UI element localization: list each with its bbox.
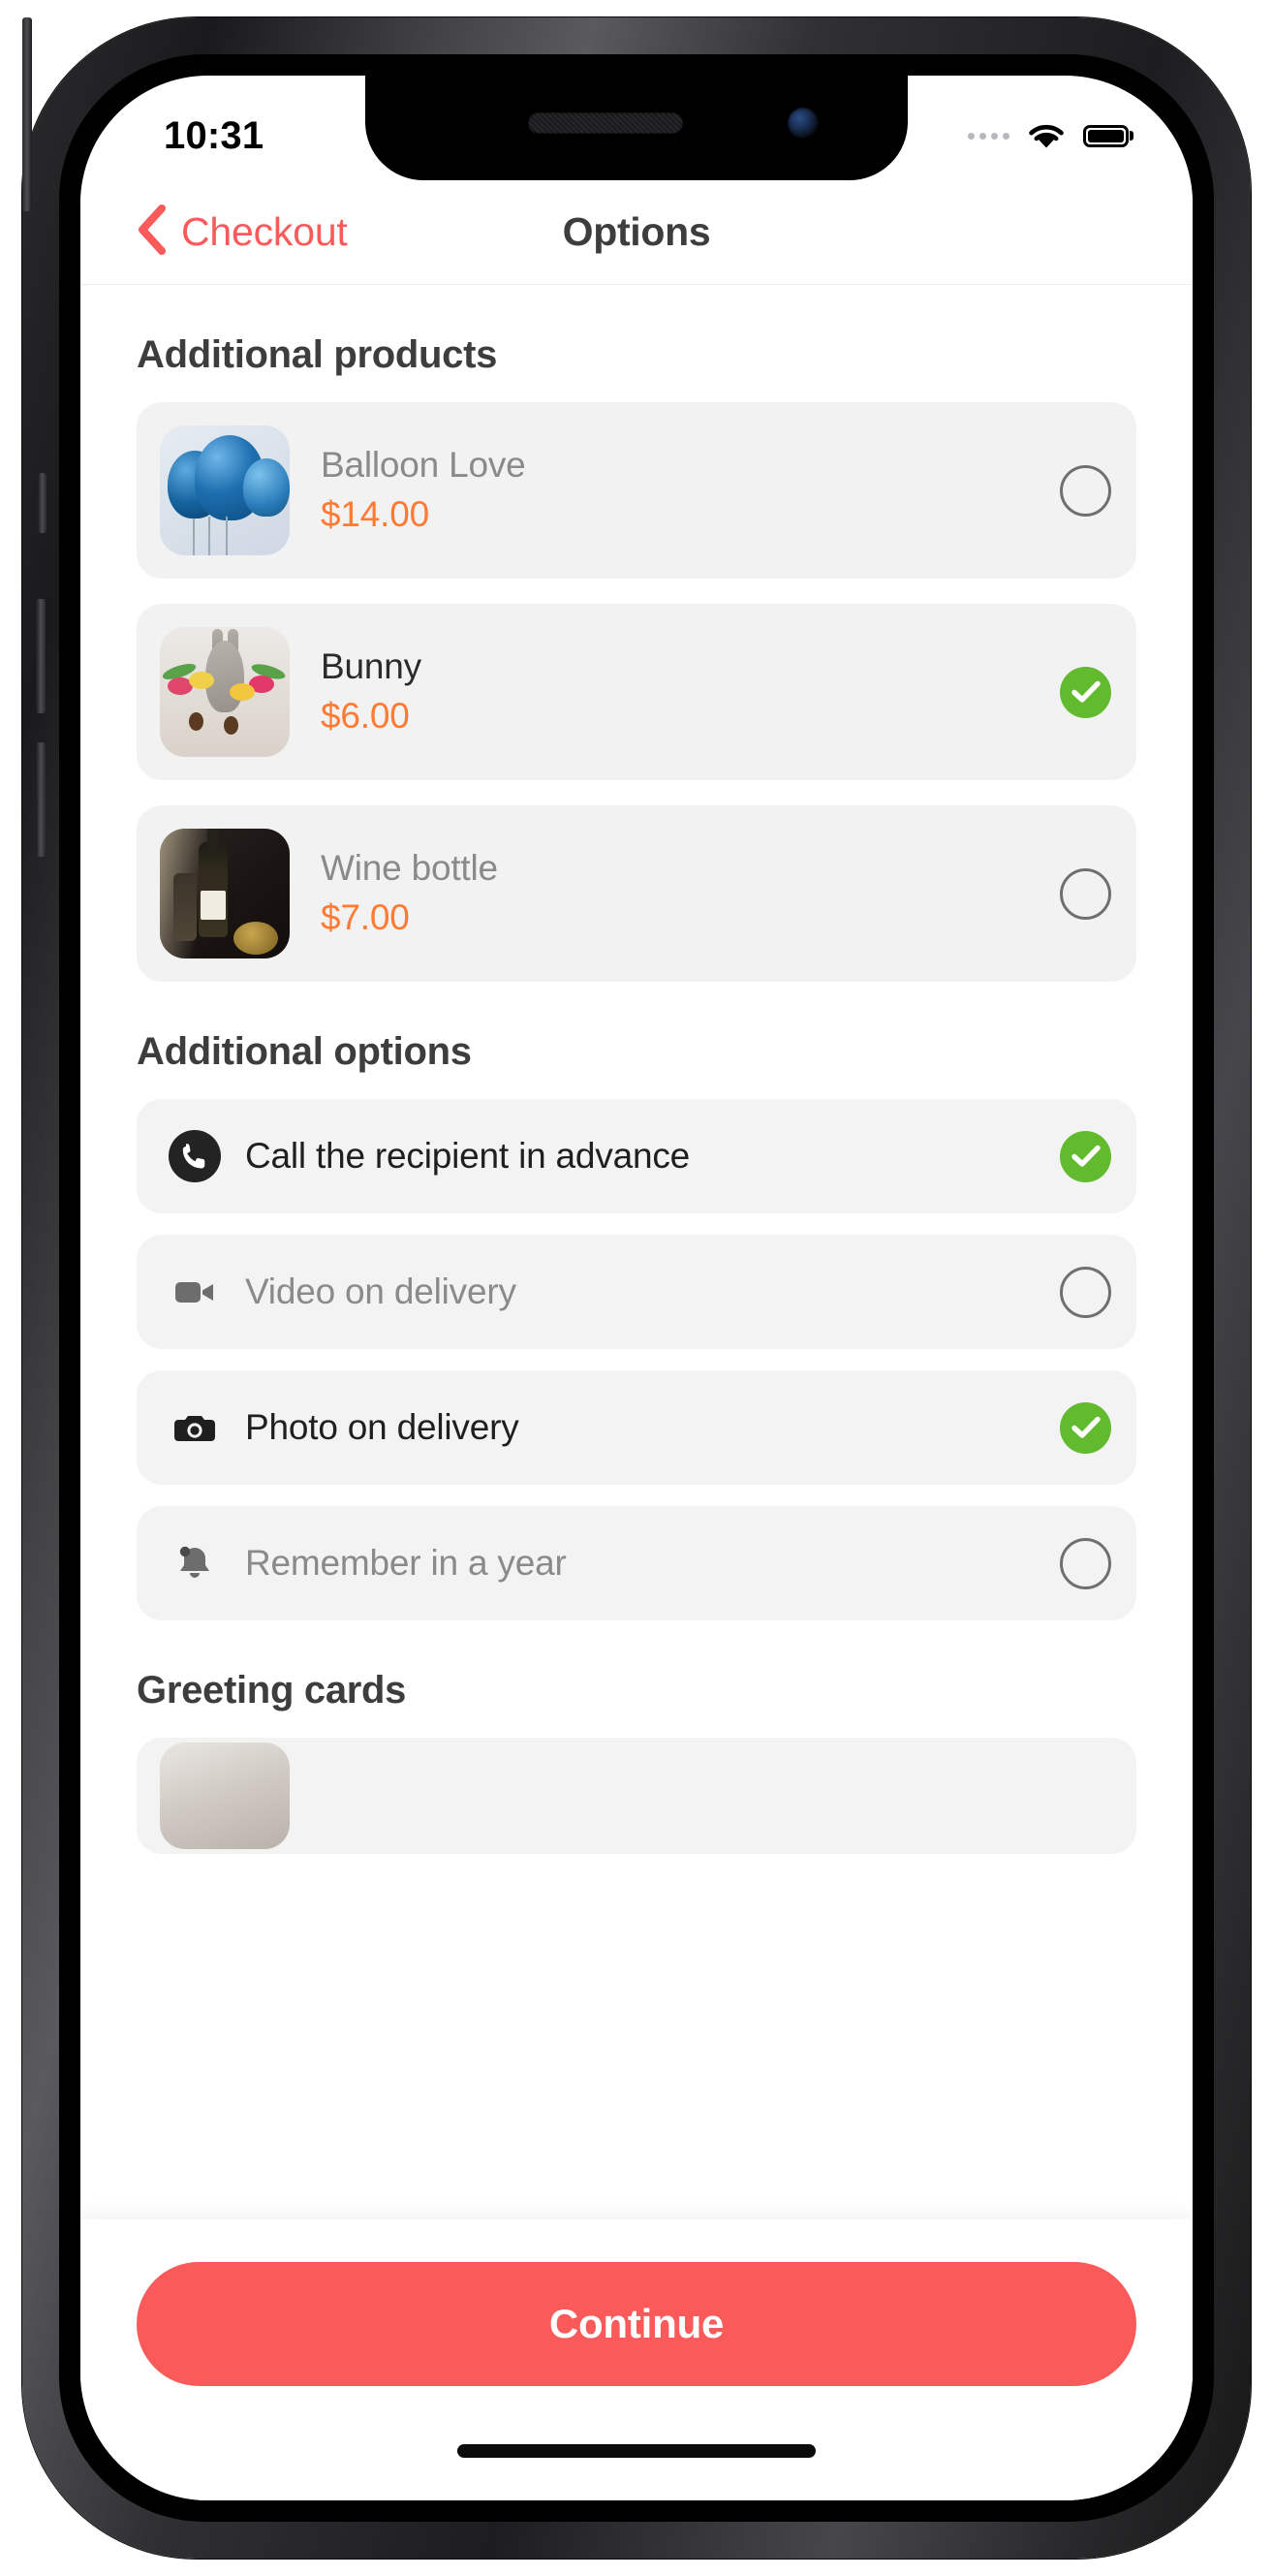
silent-switch-button[interactable]: [38, 473, 47, 533]
product-card-wine-bottle[interactable]: Wine bottle $7.00: [137, 805, 1136, 982]
product-thumbnail-balloon: [160, 425, 290, 555]
product-name: Wine bottle: [321, 847, 498, 888]
phone-icon: [166, 1128, 224, 1184]
back-button-label: Checkout: [181, 209, 348, 254]
section-title-greeting-cards: Greeting cards: [137, 1669, 407, 1712]
option-toggle-selected[interactable]: [1060, 1130, 1111, 1182]
option-toggle-unselected[interactable]: [1060, 1266, 1111, 1318]
product-thumbnail-wine: [160, 829, 290, 958]
product-price: $6.00: [321, 696, 410, 737]
option-row-video-on-delivery[interactable]: Video on delivery: [137, 1235, 1136, 1349]
option-label: Remember in a year: [245, 1543, 567, 1583]
product-card-bunny[interactable]: Bunny $6.00: [137, 604, 1136, 780]
option-label: Photo on delivery: [245, 1407, 519, 1447]
navigation-bar: Checkout Options: [80, 180, 1193, 285]
product-thumbnail-bunny: [160, 627, 290, 757]
product-info: Wine bottle $7.00: [321, 846, 1060, 941]
product-toggle-unselected[interactable]: [1060, 464, 1111, 517]
volume-down-button[interactable]: [36, 742, 46, 857]
volume-up-button[interactable]: [36, 599, 46, 713]
phone-screen: 10:31 Checkout Options Additional produc…: [80, 76, 1193, 2500]
camera-icon: [166, 1399, 224, 1456]
continue-button[interactable]: Continue: [137, 2262, 1136, 2386]
battery-full-icon: [1083, 124, 1129, 147]
option-label: Video on delivery: [245, 1272, 516, 1311]
option-row-call-recipient[interactable]: Call the recipient in advance: [137, 1099, 1136, 1213]
product-info: Bunny $6.00: [321, 644, 1060, 739]
greeting-card-thumbnail: [160, 1743, 290, 1849]
signal-dots-icon: [968, 132, 1009, 140]
home-indicator[interactable]: [457, 2444, 816, 2458]
options-scroll-area[interactable]: Additional products Balloon Love $14.00: [80, 285, 1193, 2500]
option-toggle-unselected[interactable]: [1060, 1537, 1111, 1589]
check-icon: [1071, 1416, 1101, 1438]
product-info: Balloon Love $14.00: [321, 443, 1060, 538]
product-price: $7.00: [321, 897, 410, 938]
chevron-left-icon: [135, 204, 168, 261]
wifi-icon: [1025, 120, 1068, 151]
option-row-remember-in-a-year[interactable]: Remember in a year: [137, 1506, 1136, 1620]
video-icon: [166, 1264, 224, 1320]
bell-icon: [166, 1535, 224, 1591]
check-icon: [1071, 1145, 1101, 1167]
section-title-additional-options: Additional options: [137, 1030, 472, 1073]
phone-device-frame: 10:31 Checkout Options Additional produc…: [22, 17, 1251, 2559]
product-price: $14.00: [321, 494, 429, 535]
bottom-action-bar: Continue: [80, 2219, 1193, 2500]
greeting-card-item[interactable]: [137, 1738, 1136, 1854]
status-bar-indicators: [968, 120, 1129, 151]
status-bar: 10:31: [80, 76, 1193, 180]
option-toggle-selected[interactable]: [1060, 1401, 1111, 1454]
phone-bezel: 10:31 Checkout Options Additional produc…: [59, 54, 1214, 2522]
power-button[interactable]: [22, 17, 32, 211]
back-to-checkout-button[interactable]: Checkout: [135, 204, 348, 261]
product-toggle-selected[interactable]: [1060, 666, 1111, 718]
product-card-balloon-love[interactable]: Balloon Love $14.00: [137, 402, 1136, 579]
section-title-additional-products: Additional products: [137, 333, 498, 376]
product-name: Balloon Love: [321, 444, 526, 485]
product-toggle-unselected[interactable]: [1060, 867, 1111, 920]
product-name: Bunny: [321, 645, 421, 686]
check-icon: [1071, 680, 1101, 703]
option-row-photo-on-delivery[interactable]: Photo on delivery: [137, 1370, 1136, 1485]
status-bar-time: 10:31: [164, 113, 264, 157]
option-label: Call the recipient in advance: [245, 1136, 691, 1176]
